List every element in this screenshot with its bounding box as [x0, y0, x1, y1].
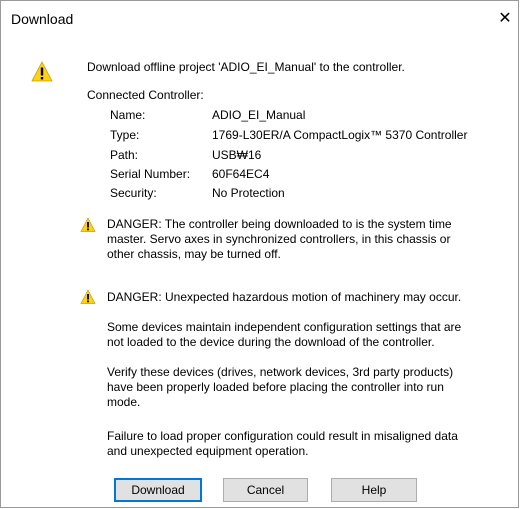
connected-controller-heading: Connected Controller: — [87, 88, 204, 102]
download-message: Download offline project 'ADIO_EI_Manual… — [87, 60, 405, 74]
name-label: Name: — [110, 108, 146, 122]
cancel-button[interactable]: Cancel — [223, 478, 308, 502]
close-icon[interactable]: ✕ — [492, 7, 518, 31]
security-label: Security: — [110, 186, 157, 200]
help-button[interactable]: Help — [331, 478, 417, 502]
danger-warning-line: DANGER: Unexpected hazardous motion of m… — [107, 290, 462, 304]
type-label: Type: — [110, 128, 140, 142]
danger-warning-line: DANGER: The controller being downloaded … — [107, 217, 452, 231]
info-paragraph-line: mode. — [107, 395, 141, 409]
serial-number-value: 60F64EC4 — [212, 167, 270, 181]
type-value: 1769-L30ER/A CompactLogix™ 5370 Controll… — [212, 128, 468, 142]
info-paragraph-line: and unexpected equipment operation. — [107, 444, 309, 458]
info-paragraph-line: Verify these devices (drives, network de… — [107, 365, 454, 379]
download-dialog: Download ✕ Download offline project 'ADI… — [0, 0, 519, 508]
name-value: ADIO_EI_Manual — [212, 108, 306, 122]
info-paragraph-line: Some devices maintain independent config… — [107, 320, 462, 334]
security-value: No Protection — [212, 186, 285, 200]
warning-icon — [80, 217, 96, 232]
path-label: Path: — [110, 148, 139, 162]
info-paragraph-line: Failure to load proper configuration cou… — [107, 429, 458, 443]
path-value: USB₩16 — [212, 148, 262, 162]
warning-icon — [80, 289, 96, 304]
info-paragraph-line: have been properly loaded before placing… — [107, 380, 444, 394]
title-bar: Download ✕ — [1, 1, 518, 39]
download-button[interactable]: Download — [114, 478, 202, 502]
window-title: Download — [11, 11, 74, 27]
danger-warning-line: other chassis, may be turned off. — [107, 247, 281, 261]
serial-number-label: Serial Number: — [110, 167, 191, 181]
info-paragraph-line: not loaded to the device during the down… — [107, 335, 435, 349]
warning-icon — [31, 61, 53, 82]
danger-warning-line: master. Servo axes in synchronized contr… — [107, 232, 451, 246]
